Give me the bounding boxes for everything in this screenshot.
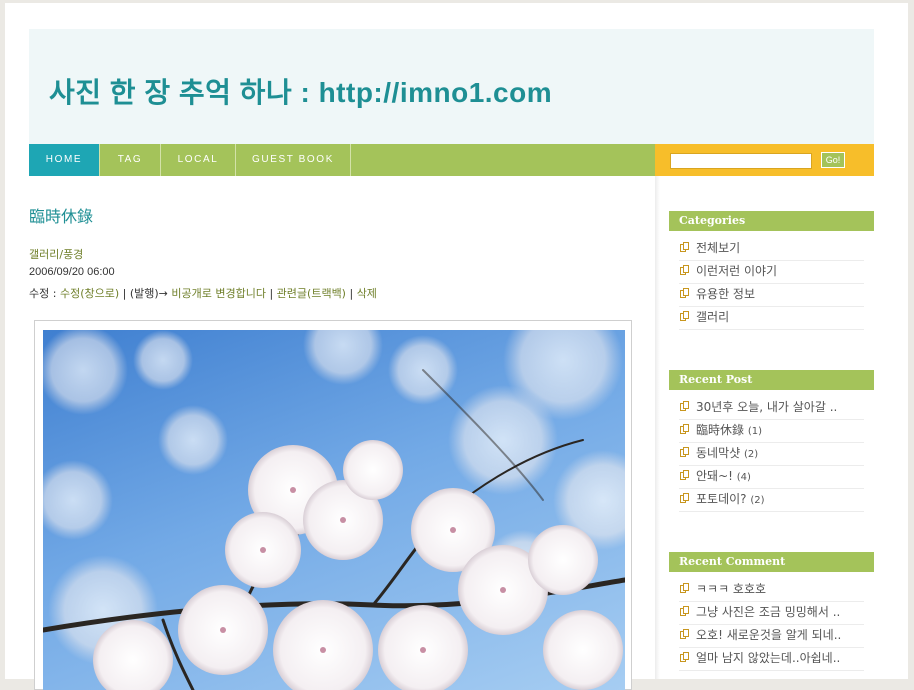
paperclip-icon [680, 288, 689, 298]
recent-post-item[interactable]: 포토데이? (2) [679, 489, 864, 512]
comment-count: (2) [750, 495, 765, 506]
paperclip-icon [680, 242, 689, 252]
category-label: 전체보기 [696, 241, 741, 255]
paperclip-icon [680, 606, 689, 616]
recent-comment-widget: Recent Comment ㅋㅋㅋ 호호호 그냥 사진은 조금 밍밍해서 ..… [669, 552, 874, 671]
recent-post-list: 30년후 오늘, 내가 살아갈 .. 臨時休錄 (1) 동네막샷 (2) 안돼~… [679, 397, 864, 512]
recent-comment-item[interactable]: 그냥 사진은 조금 밍밍해서 .. [679, 602, 864, 625]
publish-status: (발행)→ [129, 287, 172, 300]
categories-heading: Categories [669, 211, 874, 231]
edit-label: 수정 : [29, 287, 60, 300]
separator: | [119, 287, 130, 300]
comment-count: (2) [744, 449, 759, 460]
post-title[interactable]: 臨時休錄 [29, 203, 93, 227]
recent-comment-label: 얼마 남지 않았는데..아쉽네.. [696, 651, 841, 665]
edit-popup-link[interactable]: 수정(창으로) [60, 287, 119, 300]
recent-comment-item[interactable]: 얼마 남지 않았는데..아쉽네.. [679, 648, 864, 671]
cherry-blossom-illustration [43, 330, 625, 690]
category-item[interactable]: 유용한 정보 [679, 284, 864, 307]
search-go-button[interactable]: Go! [821, 152, 845, 168]
recent-post-label: 30년후 오늘, 내가 살아갈 .. [696, 400, 838, 414]
recent-post-heading: Recent Post [669, 370, 874, 390]
site-header: 사진 한 장 추억 하나 : http://imno1.com [29, 29, 874, 144]
recent-comment-label: 오호! 새로운것을 알게 되네.. [696, 628, 842, 642]
comment-count: (4) [736, 472, 751, 483]
search-bar: Go! [655, 144, 874, 176]
cherry-blossom-photo [43, 330, 625, 690]
category-item[interactable]: 갤러리 [679, 307, 864, 330]
paperclip-icon [680, 401, 689, 411]
nav-local[interactable]: LOCAL [161, 144, 236, 176]
search-input[interactable] [670, 153, 812, 169]
recent-post-item[interactable]: 臨時休錄 (1) [679, 420, 864, 443]
post-date: 2006/09/20 06:00 [29, 266, 115, 278]
nav-tag[interactable]: TAG [100, 144, 161, 176]
category-label: 유용한 정보 [696, 287, 756, 301]
recent-post-item[interactable]: 30년후 오늘, 내가 살아갈 .. [679, 397, 864, 420]
trackback-link[interactable]: 관련글(트랙백) [277, 287, 346, 300]
category-item[interactable]: 이런저런 이야기 [679, 261, 864, 284]
make-private-link[interactable]: 비공개로 변경합니다 [171, 287, 266, 300]
post-photo-frame [34, 320, 632, 690]
recent-post-item[interactable]: 안돼~! (4) [679, 466, 864, 489]
category-label: 이런저런 이야기 [696, 264, 778, 278]
post-category-link[interactable]: 갤러리/풍경 [29, 246, 83, 262]
paperclip-icon [680, 424, 689, 434]
paperclip-icon [680, 493, 689, 503]
nav-guest-book[interactable]: GUEST BOOK [236, 144, 351, 176]
paperclip-icon [680, 652, 689, 662]
recent-post-widget: Recent Post 30년후 오늘, 내가 살아갈 .. 臨時休錄 (1) … [669, 370, 874, 512]
paperclip-icon [680, 447, 689, 457]
recent-post-label: 안돼~! [696, 469, 733, 483]
recent-comment-list: ㅋㅋㅋ 호호호 그냥 사진은 조금 밍밍해서 .. 오호! 새로운것을 알게 되… [679, 579, 864, 671]
recent-post-label: 포토데이? [696, 492, 747, 506]
paperclip-icon [680, 629, 689, 639]
post-actions: 수정 : 수정(창으로) | (발행)→ 비공개로 변경합니다 | 관련글(트랙… [29, 285, 377, 301]
paperclip-icon [680, 583, 689, 593]
site-title[interactable]: 사진 한 장 추억 하나 : http://imno1.com [49, 71, 552, 111]
separator: | [345, 287, 357, 300]
recent-comment-label: ㅋㅋㅋ 호호호 [696, 582, 767, 596]
recent-comment-heading: Recent Comment [669, 552, 874, 572]
nav-home[interactable]: HOME [29, 144, 100, 176]
category-label: 갤러리 [696, 310, 730, 324]
main-navigation: HOME TAG LOCAL GUEST BOOK [29, 144, 655, 176]
separator: | [265, 287, 277, 300]
paperclip-icon [680, 265, 689, 275]
categories-list: 전체보기 이런저런 이야기 유용한 정보 갤러리 [679, 238, 864, 330]
delete-link[interactable]: 삭제 [357, 287, 377, 300]
sidebar-divider [655, 176, 660, 679]
categories-widget: Categories 전체보기 이런저런 이야기 유용한 정보 갤러리 [669, 211, 874, 330]
recent-post-label: 동네막샷 [696, 446, 741, 460]
paperclip-icon [680, 311, 689, 321]
recent-comment-label: 그냥 사진은 조금 밍밍해서 .. [696, 605, 841, 619]
recent-post-label: 臨時休錄 [696, 423, 745, 437]
paperclip-icon [680, 470, 689, 480]
recent-comment-item[interactable]: ㅋㅋㅋ 호호호 [679, 579, 864, 602]
recent-post-item[interactable]: 동네막샷 (2) [679, 443, 864, 466]
recent-comment-item[interactable]: 오호! 새로운것을 알게 되네.. [679, 625, 864, 648]
comment-count: (1) [747, 426, 763, 437]
category-item[interactable]: 전체보기 [679, 238, 864, 261]
